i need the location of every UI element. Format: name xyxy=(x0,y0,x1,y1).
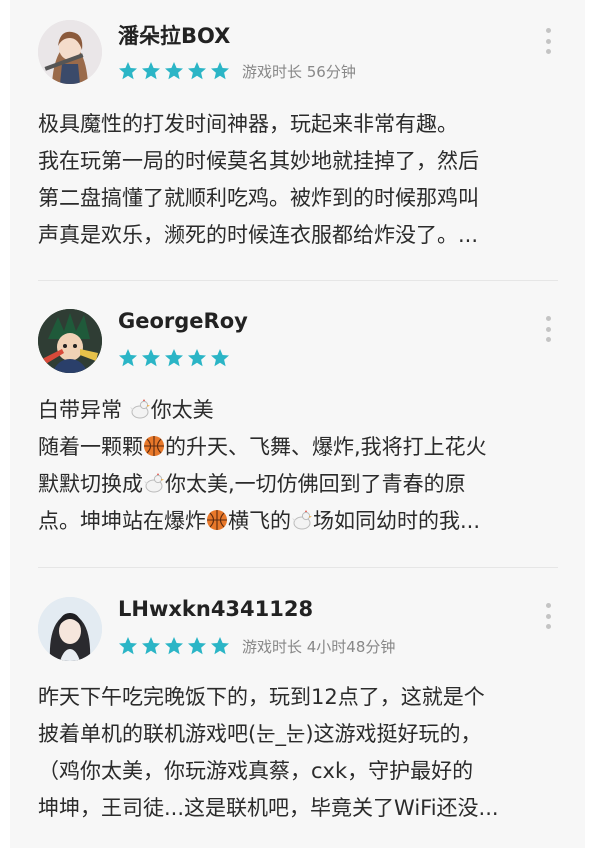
star-icon xyxy=(188,637,206,655)
avatar[interactable] xyxy=(38,20,102,84)
basketball-icon xyxy=(207,510,227,530)
star-icon xyxy=(188,62,206,80)
chicken-icon xyxy=(129,399,150,419)
review-list: 潘朵拉BOX 游戏时长 56分钟 极具魔性的打发时间神器，玩起来非常有趣。 我在… xyxy=(10,0,585,848)
username[interactable]: LHwxkn4341128 xyxy=(118,597,313,621)
divider xyxy=(38,567,558,568)
star-icon xyxy=(211,349,229,367)
review-text-segment: 你太美 xyxy=(150,398,214,422)
star-icon xyxy=(142,349,160,367)
review-line: 随着一颗颗 的升天、飞舞、爆炸,我将打上花火 xyxy=(38,429,558,466)
divider xyxy=(38,280,558,281)
review-line: （鸡你太美，你玩游戏真蔡，cxk，守护最好的 xyxy=(38,759,474,783)
star-icon xyxy=(142,637,160,655)
review-line: 披着单机的联机游戏吧(눈_눈)这游戏挺好玩的， xyxy=(38,722,482,746)
rating-stars: 游戏时长 4小时48分钟 xyxy=(118,635,395,657)
more-options-icon[interactable] xyxy=(541,603,555,629)
rating-stars: 游戏时长 56分钟 xyxy=(118,60,356,82)
review-line: 极具魔性的打发时间神器，玩起来非常有趣。 xyxy=(38,112,458,136)
chicken-icon xyxy=(292,510,312,530)
rating-stars xyxy=(118,347,233,369)
more-options-icon[interactable] xyxy=(541,28,555,54)
review-line: 昨天下午吃完晚饭下的，玩到12点了，这就是个 xyxy=(38,685,485,709)
review-text-segment: 的升天、飞舞、爆炸,我将打上花火 xyxy=(165,435,487,459)
username[interactable]: 潘朵拉BOX xyxy=(118,20,230,50)
star-icon xyxy=(188,349,206,367)
review-text-segment: 默默切换成 xyxy=(38,472,143,496)
review-line: 我在玩第一局的时候莫名其妙地就挂掉了，然后 xyxy=(38,149,479,173)
review-line: 点。坤坤站在爆炸 横飞的 场如同幼时的我... xyxy=(38,503,558,540)
star-icon xyxy=(142,62,160,80)
playtime: 游戏时长 56分钟 xyxy=(242,62,356,81)
star-icon xyxy=(165,349,183,367)
star-icon xyxy=(165,62,183,80)
more-options-icon[interactable] xyxy=(541,316,555,342)
review-line: 坤坤，王司徒...这是联机吧，毕竟关了WiFi还没... xyxy=(38,796,499,820)
review-line: 声真是欢乐，濒死的时候连衣服都给炸没了。... xyxy=(38,223,479,247)
username[interactable]: GeorgeRoy xyxy=(118,309,248,333)
star-icon xyxy=(119,637,137,655)
star-icon xyxy=(211,62,229,80)
review-text-segment: 白带异常 xyxy=(38,398,129,422)
avatar[interactable] xyxy=(38,597,102,661)
review-line: 白带异常 你太美 xyxy=(38,392,558,429)
review-text-segment: 场如同幼时的我... xyxy=(313,509,481,533)
star-icon xyxy=(119,62,137,80)
star-icon xyxy=(211,637,229,655)
review-line: 默默切换成 你太美,一切仿佛回到了青春的原 xyxy=(38,466,558,503)
review-line: 第二盘搞懂了就顺利吃鸡。被炸到的时候那鸡叫 xyxy=(38,186,479,210)
star-icon xyxy=(119,349,137,367)
star-icon xyxy=(165,637,183,655)
basketball-icon xyxy=(144,436,164,456)
review-text-segment: 点。坤坤站在爆炸 xyxy=(38,509,206,533)
review-text[interactable]: 极具魔性的打发时间神器，玩起来非常有趣。 我在玩第一局的时候莫名其妙地就挂掉了，… xyxy=(38,106,558,254)
avatar[interactable] xyxy=(38,309,102,373)
review-text-segment: 随着一颗颗 xyxy=(38,435,143,459)
review-text-segment: 你太美,一切仿佛回到了青春的原 xyxy=(165,472,466,496)
review-text-segment: 横飞的 xyxy=(228,509,291,533)
playtime: 游戏时长 4小时48分钟 xyxy=(242,637,396,656)
chicken-icon xyxy=(144,473,164,493)
review-text[interactable]: 昨天下午吃完晚饭下的，玩到12点了，这就是个 披着单机的联机游戏吧(눈_눈)这游… xyxy=(38,679,558,827)
review-text[interactable]: 白带异常 你太美 随着一颗颗 的升天、飞舞、爆炸,我将打上花火 默默切换成 你太美,… xyxy=(38,392,558,540)
